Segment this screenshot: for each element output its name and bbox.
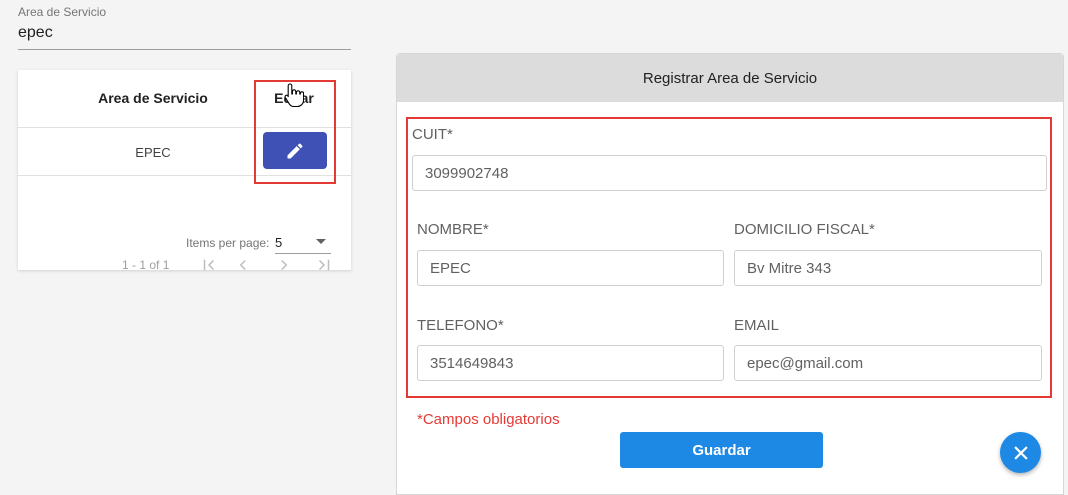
email-label: EMAIL — [734, 317, 780, 334]
nombre-label: NOMBRE* — [417, 221, 489, 238]
pencil-icon — [287, 142, 303, 158]
search-underline — [18, 49, 351, 50]
header-divider — [18, 127, 351, 128]
close-button[interactable] — [1000, 432, 1041, 473]
hand-pointer-icon — [284, 83, 304, 108]
form-title: Registrar Area de Servicio — [397, 54, 1063, 102]
save-button[interactable]: Guardar — [620, 432, 823, 468]
chevron-right-icon — [281, 259, 288, 271]
items-per-page-label: Items per page: — [186, 236, 270, 250]
email-input[interactable] — [734, 345, 1042, 381]
required-fields-note: *Campos obligatorios — [417, 411, 560, 428]
paginator-range-label: 1 - 1 of 1 — [122, 258, 170, 272]
chevron-left-icon — [239, 259, 246, 271]
close-icon — [1014, 446, 1027, 459]
last-page-button[interactable] — [311, 253, 337, 277]
page-size-value[interactable]: 5 — [275, 235, 282, 250]
page-size-underline — [275, 253, 331, 254]
nombre-input[interactable] — [417, 250, 724, 286]
first-page-icon — [203, 259, 215, 271]
table-cell-area: EPEC — [135, 145, 171, 160]
cuit-label: CUIT* — [412, 126, 453, 143]
search-input[interactable]: epec — [18, 24, 53, 42]
caret-down-icon[interactable] — [316, 239, 326, 244]
next-page-button[interactable] — [271, 253, 297, 277]
last-page-icon — [318, 259, 330, 271]
domicilio-label: DOMICILIO FISCAL* — [734, 221, 875, 238]
column-header-area[interactable]: Area de Servicio — [18, 90, 288, 106]
edit-button[interactable] — [263, 132, 327, 169]
telefono-label: TELEFONO* — [417, 317, 504, 334]
previous-page-button[interactable] — [230, 253, 256, 277]
domicilio-input[interactable] — [734, 250, 1042, 286]
telefono-input[interactable] — [417, 345, 724, 381]
first-page-button[interactable] — [196, 253, 222, 277]
cuit-input[interactable] — [412, 155, 1047, 191]
row-divider — [18, 175, 351, 176]
search-label: Area de Servicio — [18, 5, 107, 19]
